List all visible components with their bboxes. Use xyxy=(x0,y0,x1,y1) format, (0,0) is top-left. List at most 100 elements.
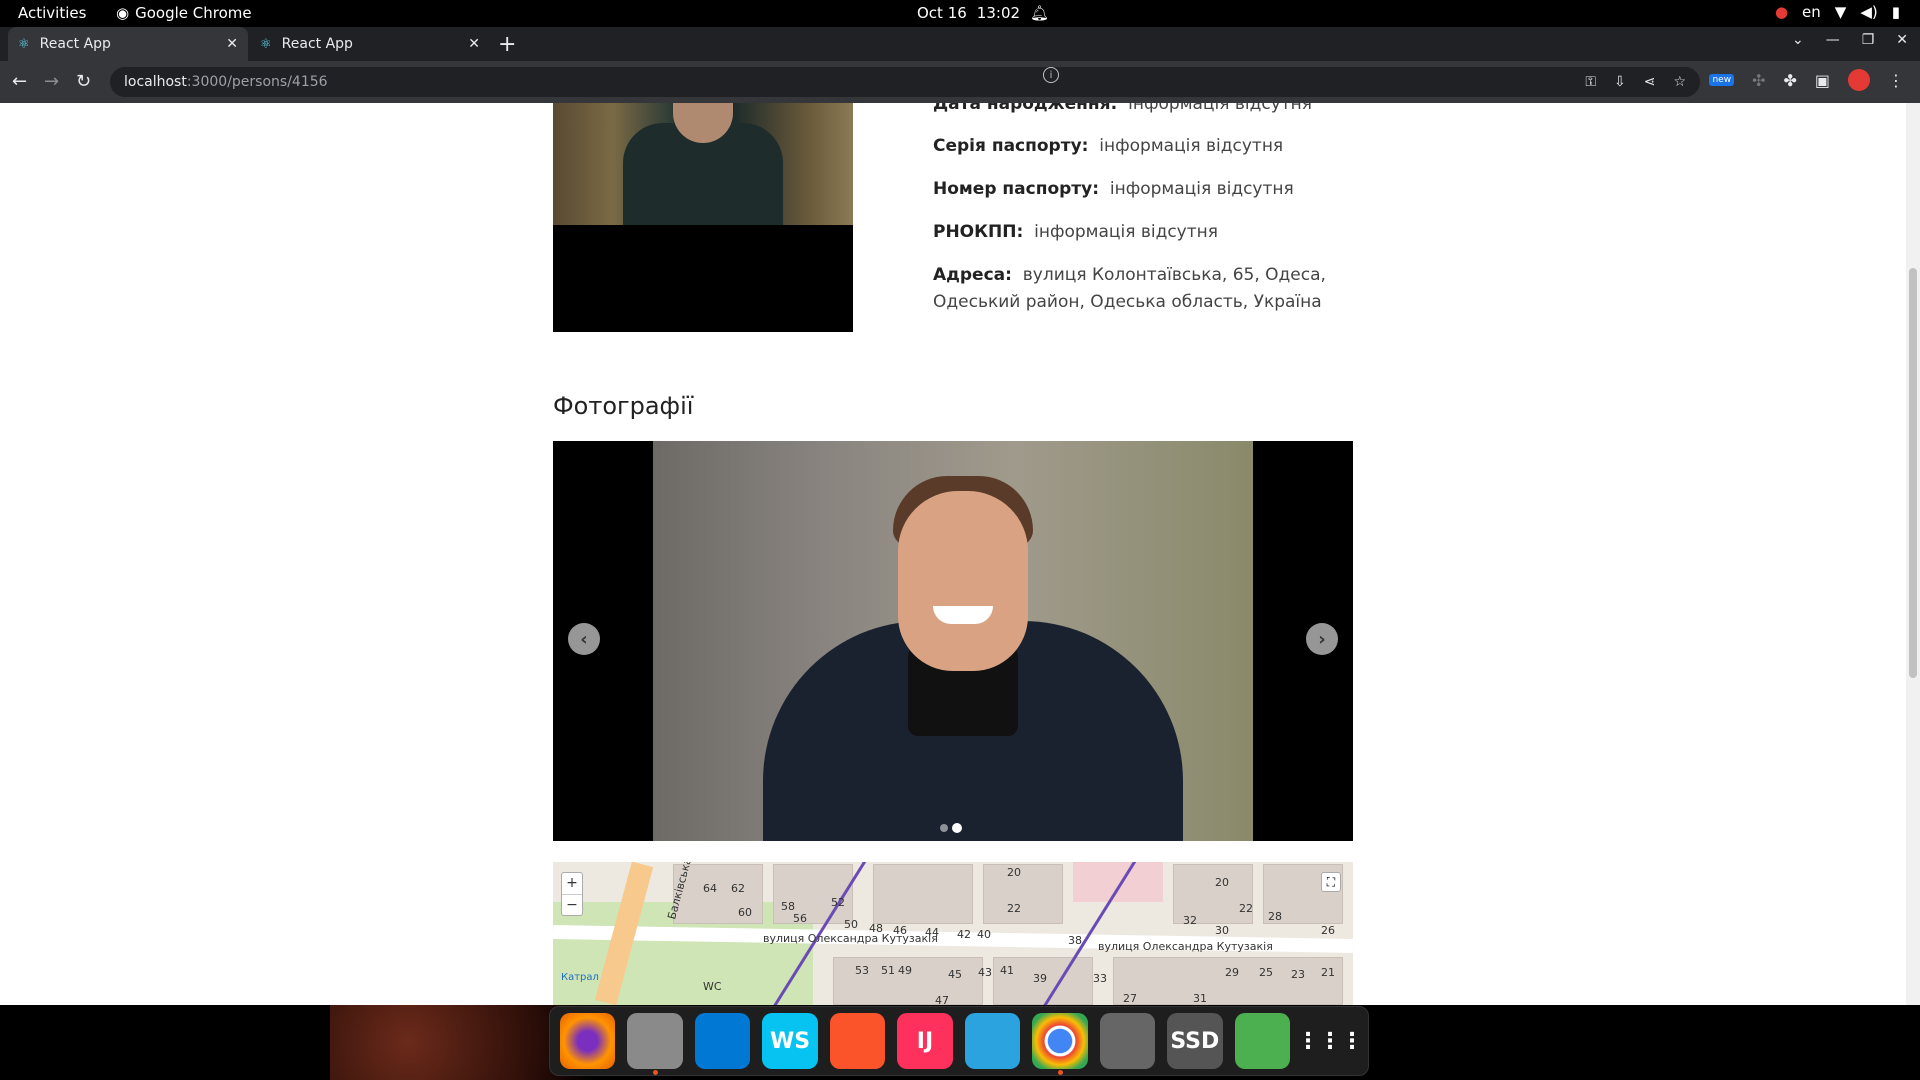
house-number: 49 xyxy=(898,964,912,977)
menu-kebab-icon[interactable]: ⋮ xyxy=(1888,71,1904,90)
back-icon[interactable]: ← xyxy=(12,71,27,92)
field-value: інформація відсутня xyxy=(1109,179,1294,199)
house-number: 22 xyxy=(1007,902,1021,915)
carousel-next-button[interactable]: › xyxy=(1306,623,1338,655)
forward-icon[interactable]: → xyxy=(44,71,59,92)
house-number: 26 xyxy=(1321,924,1335,937)
house-number: 23 xyxy=(1291,968,1305,981)
extension-new-badge[interactable]: new xyxy=(1709,74,1735,86)
language-indicator[interactable]: en xyxy=(1802,3,1821,21)
address-bar[interactable]: i localhost :3000/persons/4156 ⚿ ⇩ ⋖ ☆ xyxy=(110,67,1700,97)
trash-icon[interactable] xyxy=(1234,1013,1290,1069)
page-scrollbar[interactable] xyxy=(1906,103,1920,1005)
close-tab-icon[interactable]: ✕ xyxy=(468,36,480,52)
tab-strip: ⚛ React App ✕ ⚛ React App ✕ xyxy=(0,27,1920,61)
carousel-dot[interactable] xyxy=(940,824,948,832)
house-number: 32 xyxy=(1183,914,1197,927)
house-number: 47 xyxy=(935,994,949,1005)
firefox-icon[interactable] xyxy=(560,1013,616,1069)
photo-carousel[interactable]: ‹ › xyxy=(553,441,1353,841)
house-number: 52 xyxy=(831,896,845,909)
profile-avatar[interactable] xyxy=(1848,69,1870,91)
person-photo xyxy=(553,103,853,332)
photos-section-title: Фотографії xyxy=(553,392,694,420)
field-value: інформація відсутня xyxy=(1034,222,1218,242)
map-wc-label: WC xyxy=(703,980,722,993)
app-grid-icon[interactable]: ⋮⋮⋮ xyxy=(1297,1013,1363,1069)
tab-react-app-2[interactable]: ⚛ React App ✕ xyxy=(250,27,490,61)
house-number: 41 xyxy=(1000,964,1014,977)
carousel-slide xyxy=(653,441,1253,841)
reload-icon[interactable]: ↻ xyxy=(76,71,91,92)
house-number: 28 xyxy=(1268,910,1282,923)
house-number: 30 xyxy=(1215,924,1229,937)
house-number: 48 xyxy=(869,922,883,935)
side-panel-icon[interactable]: ▣ xyxy=(1815,71,1830,90)
house-number: 60 xyxy=(738,906,752,919)
close-tab-icon[interactable]: ✕ xyxy=(226,36,238,52)
time-label: 13:02 xyxy=(976,4,1021,22)
house-number: 51 xyxy=(881,964,895,977)
street-label: вулиця Олександра Кутузакія xyxy=(763,932,938,945)
field-value: інформація відсутня xyxy=(1128,103,1313,114)
fullscreen-icon[interactable]: ⛶ xyxy=(1321,872,1341,892)
map-zoom-control: + − xyxy=(561,872,583,916)
maximize-button[interactable]: ❐ xyxy=(1862,32,1875,48)
chrome-dock-icon[interactable] xyxy=(1032,1013,1088,1075)
brave-icon[interactable] xyxy=(829,1013,886,1069)
date-label: Oct 16 xyxy=(917,4,967,22)
street-label: вулиця Олександра Кутузакія xyxy=(1098,940,1273,953)
activities-button[interactable]: Activities xyxy=(18,4,86,22)
location-map[interactable]: вулиця Олександра Кутузакія вулиця Олекс… xyxy=(553,862,1353,1005)
carousel-prev-button[interactable]: ‹ xyxy=(568,623,600,655)
map-poi-label: Катрал xyxy=(561,972,599,983)
house-number: 31 xyxy=(1193,992,1207,1005)
ssd-icon[interactable]: SSD xyxy=(1167,1013,1223,1069)
house-number: 53 xyxy=(855,964,869,977)
field-passport-number: Номер паспорту: інформація відсутня xyxy=(933,176,1294,203)
share-icon[interactable]: ⋖ xyxy=(1644,74,1656,90)
url-host: localhost xyxy=(124,74,187,90)
minimize-button[interactable]: — xyxy=(1826,32,1840,48)
site-info-icon[interactable]: i xyxy=(1043,67,1059,83)
scrollbar-thumb[interactable] xyxy=(1909,268,1917,678)
puzzle-icon[interactable]: ✤ xyxy=(1783,71,1796,90)
house-number: 21 xyxy=(1321,966,1335,979)
house-number: 20 xyxy=(1007,866,1021,879)
extension-icon[interactable]: ✣ xyxy=(1752,71,1765,90)
house-number: 45 xyxy=(948,968,962,981)
browser-toolbar: ← → ↻ i localhost :3000/persons/4156 ⚿ ⇩… xyxy=(0,61,1920,103)
webstorm-icon[interactable]: WS xyxy=(762,1013,818,1069)
vscode-icon[interactable] xyxy=(694,1013,751,1069)
disk-icon[interactable] xyxy=(1099,1013,1156,1069)
dock: WS IJ SSD ⋮⋮⋮ xyxy=(549,1006,1369,1076)
bell-icon: 🔔︎ xyxy=(1030,4,1050,22)
tab-search-icon[interactable]: ⌄ xyxy=(1792,32,1804,48)
carousel-dot-active[interactable] xyxy=(952,823,962,833)
key-icon[interactable]: ⚿ xyxy=(1585,74,1596,90)
zoom-out-button[interactable]: − xyxy=(562,895,582,916)
close-window-button[interactable]: ✕ xyxy=(1896,32,1908,48)
react-icon: ⚛ xyxy=(260,36,272,52)
house-number: 39 xyxy=(1033,972,1047,985)
install-icon[interactable]: ⇩ xyxy=(1614,74,1626,90)
field-label: Номер паспорту: xyxy=(933,179,1100,199)
extensions-area: new ✣ ✤ ▣ ⋮ xyxy=(1709,69,1904,91)
clock[interactable]: Oct 16 13:02 🔔︎ xyxy=(917,4,1049,22)
field-value: вулиця Колонтаївська, 65, Одеса, xyxy=(1022,265,1326,285)
react-icon: ⚛ xyxy=(18,36,30,52)
house-number: 46 xyxy=(893,924,907,937)
tab-title: React App xyxy=(281,36,353,52)
tab-react-app-1[interactable]: ⚛ React App ✕ xyxy=(8,27,248,61)
intellij-icon[interactable]: IJ xyxy=(897,1013,953,1069)
new-tab-button[interactable]: + xyxy=(498,32,516,57)
house-number: 56 xyxy=(793,912,807,925)
telegram-icon[interactable] xyxy=(964,1013,1021,1069)
chrome-icon: ◉ xyxy=(116,4,130,22)
wifi-icon: ▼ xyxy=(1834,3,1847,21)
bookmark-star-icon[interactable]: ☆ xyxy=(1673,74,1686,90)
system-tray[interactable]: ● en ▼ ◀︎) ▮ xyxy=(1775,3,1900,21)
app-menu[interactable]: ◉ Google Chrome xyxy=(116,4,252,22)
zoom-in-button[interactable]: + xyxy=(562,873,582,895)
files-icon[interactable] xyxy=(627,1013,683,1075)
